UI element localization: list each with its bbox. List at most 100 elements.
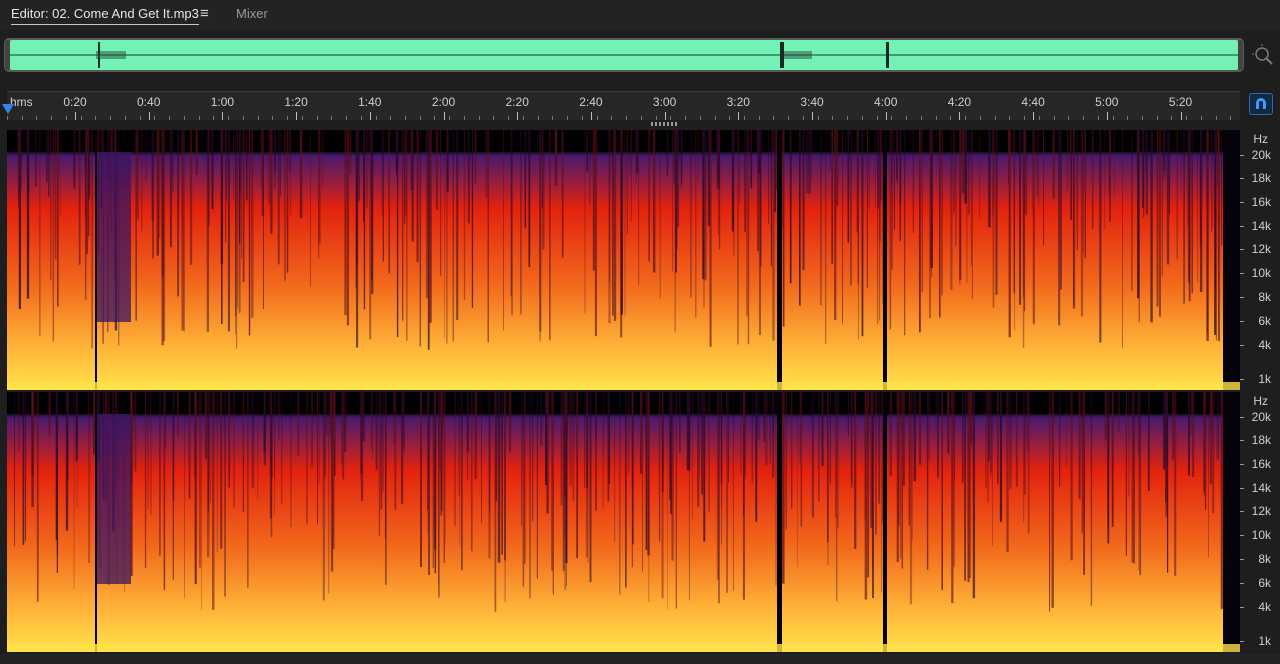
frequency-label: 20k <box>1251 410 1271 424</box>
time-tick-minor <box>1053 116 1055 120</box>
time-tick-minor <box>287 116 289 120</box>
frequency-ruler-left: Hz 20k 18k 16k 14k 12k 10k 8k 6k 4k 1k <box>1240 130 1280 390</box>
frequency-unit-label: Hz <box>1253 394 1268 408</box>
time-tick-minor <box>36 116 38 120</box>
time-tick-label: 5:20 <box>1168 95 1193 109</box>
time-tick-major <box>1033 112 1035 120</box>
time-tick-minor <box>744 116 745 120</box>
time-tick-minor <box>242 116 244 120</box>
time-tick-label: 0:40 <box>137 95 161 109</box>
time-tick-minor <box>655 116 657 120</box>
time-tick-label: 1:40 <box>358 95 382 109</box>
panel-tab-bar: Editor: 02. Come And Get It.mp3 ≡ Mixer <box>0 0 1280 30</box>
playhead-marker[interactable] <box>2 104 14 114</box>
frequency-label: 18k <box>1251 171 1271 185</box>
time-tick-minor <box>699 116 701 120</box>
time-tick-minor <box>626 116 628 120</box>
time-tick-minor <box>861 116 863 120</box>
time-tick-minor <box>1156 116 1158 120</box>
waveform-overview[interactable] <box>4 38 1244 72</box>
time-tick-label: 5:00 <box>1095 95 1119 109</box>
snap-magnet-icon[interactable] <box>1249 93 1273 115</box>
bottom-scroll-strip[interactable] <box>0 654 1280 664</box>
frequency-tick <box>1240 511 1244 512</box>
frequency-label: 14k <box>1251 219 1271 233</box>
channel-divider-grip[interactable] <box>651 122 679 126</box>
time-tick-minor <box>537 116 539 120</box>
time-tick-minor <box>21 116 23 120</box>
spectral-channel-left[interactable] <box>7 130 1240 390</box>
frequency-label: 1k <box>1258 372 1271 386</box>
frequency-label: 6k <box>1258 314 1271 328</box>
time-tick-minor <box>360 116 362 120</box>
time-tick-minor <box>463 116 465 120</box>
time-tick-minor <box>65 116 67 120</box>
frequency-tick <box>1240 559 1244 560</box>
time-tick-major <box>443 112 445 120</box>
time-tick-minor <box>434 116 436 120</box>
time-tick-label: 4:40 <box>1021 95 1045 109</box>
frequency-label: 8k <box>1258 290 1271 304</box>
time-tick-minor <box>788 116 790 120</box>
time-tick-minor <box>1112 116 1114 120</box>
time-tick-minor <box>950 116 952 120</box>
time-tick-minor <box>920 116 922 120</box>
hamburger-menu-icon[interactable]: ≡ <box>200 5 209 22</box>
time-tick-minor <box>198 116 200 120</box>
time-tick-label: 1:00 <box>210 95 235 109</box>
time-tick-minor <box>832 116 834 120</box>
time-tick-minor <box>979 116 981 120</box>
time-tick-minor <box>1215 116 1217 120</box>
time-tick-minor <box>1009 116 1011 120</box>
tab-editor[interactable]: Editor: 02. Come And Get It.mp3 <box>11 6 199 25</box>
time-tick-label: 2:20 <box>505 95 529 109</box>
time-tick-major <box>75 112 76 120</box>
time-tick-minor <box>891 116 893 120</box>
frequency-tick <box>1240 321 1244 322</box>
spectral-channel-right[interactable] <box>7 392 1240 652</box>
overview-left-handle[interactable] <box>5 40 10 70</box>
time-tick-minor <box>965 116 967 120</box>
time-tick-minor <box>817 116 819 120</box>
overview-waveform[interactable] <box>10 40 1238 70</box>
time-tick-minor <box>404 116 406 120</box>
time-tick-major <box>812 112 813 120</box>
time-tick-minor <box>1200 116 1202 120</box>
time-tick-label: 0:20 <box>63 95 87 109</box>
overview-right-handle[interactable] <box>1238 40 1243 70</box>
time-tick-minor <box>183 116 185 120</box>
time-tick-minor <box>685 116 687 120</box>
spectrogram-left <box>7 130 1240 390</box>
time-tick-label: 2:40 <box>579 95 603 109</box>
time-tick-minor <box>773 116 775 120</box>
frequency-label: 6k <box>1258 576 1271 590</box>
tab-mixer[interactable]: Mixer <box>236 6 268 21</box>
time-tick-major <box>664 112 666 120</box>
frequency-tick <box>1240 178 1244 179</box>
time-tick-minor <box>1068 116 1070 120</box>
time-tick-minor <box>1186 116 1188 120</box>
time-tick-minor <box>906 116 908 120</box>
frequency-tick <box>1240 641 1244 642</box>
time-tick-minor <box>390 116 392 120</box>
time-tick-label: 3:00 <box>652 95 677 109</box>
time-tick-minor <box>522 116 524 120</box>
time-tick-minor <box>1097 116 1099 120</box>
time-ruler[interactable]: hms 0:20 0:40 1:00 1:20 1:40 2:00 2:20 2:40 3:00… <box>7 91 1240 120</box>
time-tick-major <box>885 112 887 120</box>
frequency-tick <box>1240 202 1244 203</box>
time-tick-minor <box>1038 116 1040 120</box>
time-tick-minor <box>419 116 421 120</box>
time-tick-minor <box>1141 116 1143 120</box>
time-tick-major <box>296 112 298 120</box>
time-tick-minor <box>729 116 731 120</box>
time-tick-minor <box>346 116 348 120</box>
zoom-selection-icon[interactable] <box>1252 44 1274 66</box>
frequency-tick <box>1240 226 1244 227</box>
frequency-label: 14k <box>1251 481 1271 495</box>
time-tick-label: 2:00 <box>431 95 456 109</box>
time-tick-minor <box>228 116 230 120</box>
time-tick-minor <box>493 116 495 120</box>
frequency-tick <box>1240 273 1244 274</box>
frequency-tick <box>1240 379 1244 380</box>
